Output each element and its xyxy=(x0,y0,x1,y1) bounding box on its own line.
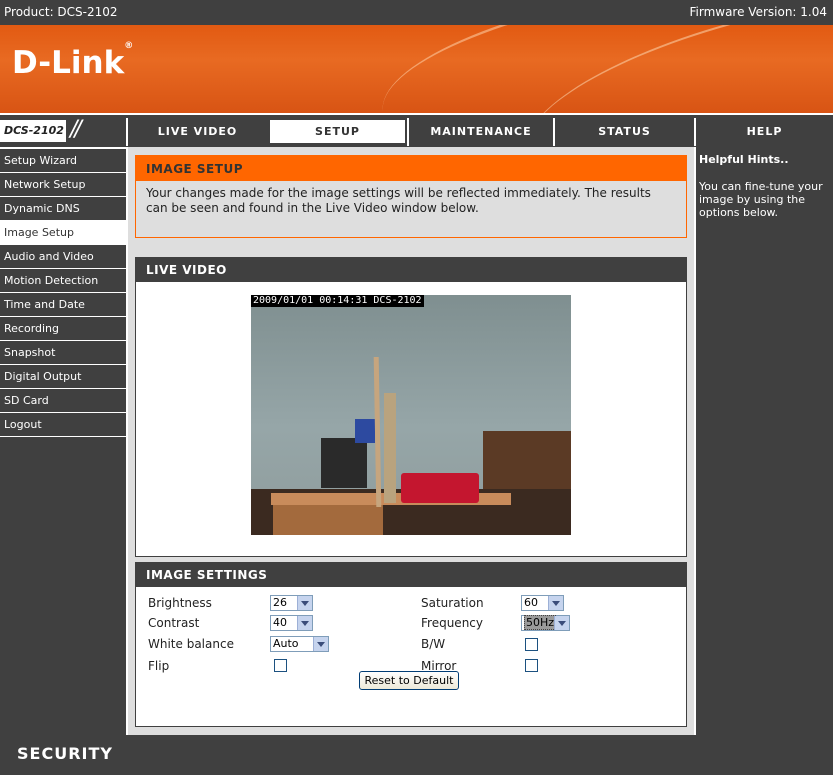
help-column: Helpful Hints.. You can fine-tune your i… xyxy=(696,147,833,735)
image-setup-description: Your changes made for the image settings… xyxy=(146,186,651,215)
saturation-label: Saturation xyxy=(421,596,484,610)
slashes-decoration: // xyxy=(70,117,82,142)
video-timestamp: 2009/01/01 00:14:31 DCS-2102 xyxy=(251,295,424,307)
main-nav: DCS-2102 // LIVE VIDEO SETUP MAINTENANCE… xyxy=(0,115,833,147)
saturation-select[interactable]: 60 xyxy=(521,595,564,611)
contrast-select[interactable]: 40 xyxy=(270,615,313,631)
security-label: SECURITY xyxy=(17,744,113,763)
image-setup-title: IMAGE SETUP xyxy=(136,156,686,181)
brightness-label: Brightness xyxy=(148,596,212,610)
sidebar: Setup Wizard Network Setup Dynamic DNS I… xyxy=(0,149,126,735)
sidebar-item-recording[interactable]: Recording xyxy=(0,317,126,341)
chevron-down-icon xyxy=(548,596,563,610)
flip-checkbox[interactable] xyxy=(274,659,287,672)
contrast-label: Contrast xyxy=(148,616,200,630)
sidebar-item-logout[interactable]: Logout xyxy=(0,413,126,437)
chevron-down-icon xyxy=(554,616,569,630)
image-settings-panel: IMAGE SETTINGS Brightness 26 Contrast 40… xyxy=(135,562,687,727)
live-video-feed: 2009/01/01 00:14:31 DCS-2102 xyxy=(251,295,571,535)
live-video-title: LIVE VIDEO xyxy=(136,258,686,282)
product-label: Product: DCS-2102 xyxy=(4,5,118,19)
sidebar-item-audio-video[interactable]: Audio and Video xyxy=(0,245,126,269)
sidebar-item-network-setup[interactable]: Network Setup xyxy=(0,173,126,197)
bw-checkbox[interactable] xyxy=(525,638,538,651)
sidebar-item-setup-wizard[interactable]: Setup Wizard xyxy=(0,149,126,173)
firmware-label: Firmware Version: 1.04 xyxy=(689,5,827,19)
brand-banner: D-Link® xyxy=(0,25,833,113)
flip-label: Flip xyxy=(148,659,170,673)
frequency-label: Frequency xyxy=(421,616,483,630)
sidebar-item-sd-card[interactable]: SD Card xyxy=(0,389,126,413)
sidebar-item-time-date[interactable]: Time and Date xyxy=(0,293,126,317)
tab-status[interactable]: STATUS xyxy=(553,118,694,146)
dlink-logo: D-Link® xyxy=(12,40,134,81)
model-label: DCS-2102 xyxy=(0,120,66,142)
sidebar-item-digital-output[interactable]: Digital Output xyxy=(0,365,126,389)
tab-maintenance[interactable]: MAINTENANCE xyxy=(407,118,553,146)
sidebar-item-image-setup[interactable]: Image Setup xyxy=(0,221,126,245)
sidebar-item-snapshot[interactable]: Snapshot xyxy=(0,341,126,365)
white-balance-label: White balance xyxy=(148,637,234,651)
chevron-down-icon xyxy=(297,616,312,630)
sidebar-item-dynamic-dns[interactable]: Dynamic DNS xyxy=(0,197,126,221)
bw-label: B/W xyxy=(421,637,446,651)
reset-default-button[interactable]: Reset to Default xyxy=(359,671,459,690)
main-content: IMAGE SETUP Your changes made for the im… xyxy=(128,147,694,735)
top-bar: Product: DCS-2102 Firmware Version: 1.04 xyxy=(0,0,833,25)
image-settings-title: IMAGE SETTINGS xyxy=(136,563,686,587)
footer: SECURITY xyxy=(0,735,833,775)
mirror-checkbox[interactable] xyxy=(525,659,538,672)
white-balance-select[interactable]: Auto xyxy=(270,636,329,652)
brightness-select[interactable]: 26 xyxy=(270,595,313,611)
frequency-select[interactable]: 50Hz xyxy=(521,615,570,631)
tab-setup[interactable]: SETUP xyxy=(268,118,407,145)
chevron-down-icon xyxy=(313,637,328,651)
tab-help[interactable]: HELP xyxy=(694,118,833,146)
tab-live-video[interactable]: LIVE VIDEO xyxy=(126,118,267,146)
chevron-down-icon xyxy=(297,596,312,610)
live-video-panel: LIVE VIDEO 2009/01/01 00:14:31 DCS-2102 xyxy=(135,257,687,557)
help-text: You can fine-tune your image by using th… xyxy=(699,180,823,219)
sidebar-item-motion-detection[interactable]: Motion Detection xyxy=(0,269,126,293)
image-setup-box: IMAGE SETUP Your changes made for the im… xyxy=(135,155,687,238)
help-title: Helpful Hints.. xyxy=(699,153,789,166)
